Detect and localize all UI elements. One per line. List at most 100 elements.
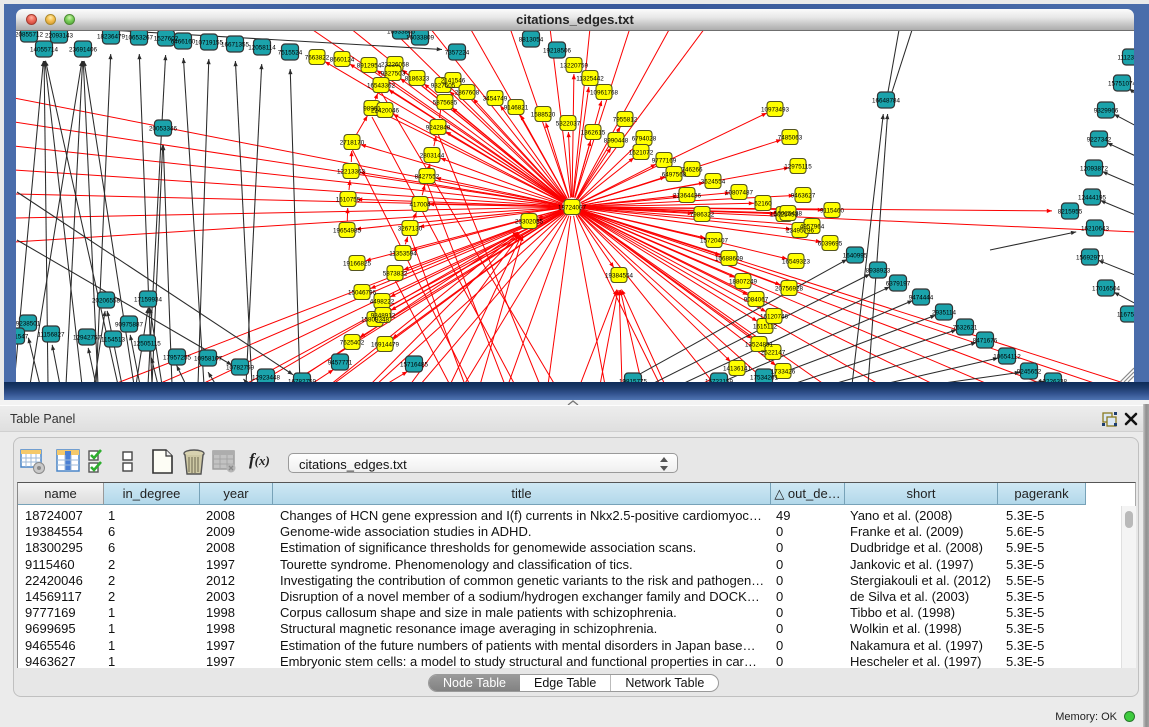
svg-text:20855712: 20855712 [16, 31, 43, 38]
svg-text:10719155: 10719155 [195, 39, 224, 46]
svg-text:11325442: 11325442 [576, 75, 604, 82]
svg-text:16120746: 16120746 [760, 313, 789, 320]
svg-text:3454749: 3454749 [483, 95, 508, 102]
svg-text:18236479: 18236479 [97, 33, 126, 40]
svg-text:16543362: 16543362 [367, 82, 396, 89]
svg-text:18724007: 18724007 [558, 204, 587, 211]
svg-text:62160: 62160 [754, 200, 772, 207]
svg-text:14055714: 14055714 [30, 46, 59, 53]
svg-text:9242848: 9242848 [426, 124, 451, 131]
svg-text:10025438: 10025438 [774, 210, 803, 217]
svg-text:2867608: 2867608 [455, 89, 480, 96]
svg-text:9463627: 9463627 [791, 192, 816, 199]
svg-text:17016504: 17016504 [1092, 285, 1121, 292]
svg-text:7632621: 7632621 [953, 324, 978, 331]
svg-text:9329966: 9329966 [1094, 107, 1119, 114]
svg-text:9115460: 9115460 [820, 207, 845, 214]
svg-text:90975887: 90975887 [115, 321, 144, 328]
svg-text:2935114: 2935114 [932, 309, 957, 316]
svg-text:10654112: 10654112 [993, 353, 1021, 360]
svg-text:15716485: 15716485 [400, 361, 429, 368]
svg-text:4498222: 4498222 [370, 298, 395, 305]
svg-text:6794028: 6794028 [632, 135, 657, 142]
svg-text:1362615: 1362615 [581, 129, 606, 136]
svg-text:1610755: 1610755 [336, 196, 361, 203]
svg-text:1588520: 1588520 [531, 111, 556, 118]
svg-text:8990448: 8990448 [604, 137, 629, 144]
svg-text:3267130: 3267130 [398, 225, 423, 232]
svg-text:9348912: 9348912 [371, 312, 396, 319]
svg-text:16549323: 16549323 [782, 258, 811, 265]
svg-text:23691406: 23691406 [69, 46, 98, 53]
svg-text:21364436: 21364436 [673, 192, 702, 199]
svg-text:8912954: 8912954 [357, 62, 382, 69]
svg-text:15692971: 15692971 [1076, 254, 1105, 261]
svg-text:12444195: 12444195 [1078, 194, 1107, 201]
svg-text:19384554: 19384554 [605, 272, 634, 279]
svg-text:7955812: 7955812 [613, 116, 638, 123]
svg-text:2522147: 2522147 [761, 349, 786, 356]
svg-text:17534261: 17534261 [750, 374, 779, 381]
svg-text:7357224: 7357224 [445, 49, 470, 56]
svg-text:16671355: 16671355 [221, 41, 250, 48]
svg-text:9084067: 9084067 [744, 296, 769, 303]
svg-text:12213363: 12213363 [337, 168, 366, 175]
svg-text:12505115: 12505115 [133, 340, 161, 347]
svg-text:7515524: 7515524 [278, 49, 303, 56]
svg-text:16914479: 16914479 [371, 341, 400, 348]
svg-text:2141546: 2141546 [441, 77, 466, 84]
svg-text:22420046: 22420046 [371, 107, 400, 114]
svg-text:8186323: 8186323 [405, 75, 430, 82]
svg-text:17159934: 17159934 [134, 296, 163, 303]
svg-text:5875685: 5875685 [433, 99, 458, 106]
svg-text:1733426: 1733426 [771, 368, 796, 375]
svg-text:6039695: 6039695 [818, 240, 843, 247]
svg-text:10653267: 10653267 [125, 34, 154, 41]
svg-text:16210643: 16210643 [1081, 225, 1110, 232]
svg-text:5873832: 5873832 [383, 270, 408, 277]
svg-text:23226058: 23226058 [381, 61, 410, 68]
svg-text:7986322: 7986322 [690, 211, 715, 218]
svg-text:20756928: 20756928 [775, 285, 804, 292]
svg-text:5322037: 5322037 [556, 120, 581, 127]
svg-text:10688609: 10688609 [715, 255, 744, 262]
svg-text:20053346: 20053346 [149, 125, 178, 132]
svg-text:23302055: 23302055 [515, 218, 544, 225]
svg-text:9474444: 9474444 [909, 294, 934, 301]
svg-text:1615112: 1615112 [753, 323, 778, 330]
svg-text:10807487: 10807487 [725, 189, 754, 196]
svg-text:10961768: 10961768 [590, 89, 619, 96]
svg-text:15720407: 15720407 [700, 237, 729, 244]
svg-text:14136141: 14136141 [723, 365, 752, 372]
svg-text:19654985: 19654985 [333, 227, 362, 234]
svg-text:12942757: 12942757 [73, 334, 102, 341]
svg-text:9146821: 9146821 [504, 104, 529, 111]
svg-text:17957255: 17957255 [163, 354, 192, 361]
svg-text:20206558: 20206558 [92, 297, 121, 304]
svg-text:11123070: 11123070 [1117, 54, 1134, 61]
svg-text:19166825: 19166825 [343, 260, 372, 267]
svg-text:4957964: 4957964 [800, 223, 825, 230]
svg-text:12093872: 12093872 [1080, 165, 1109, 172]
svg-text:15751074: 15751074 [1108, 80, 1134, 87]
svg-text:417004: 417004 [409, 201, 431, 208]
svg-text:3624554: 3624554 [701, 178, 726, 185]
svg-text:7485063: 7485063 [778, 134, 803, 141]
svg-text:1621072: 1621072 [629, 149, 654, 156]
svg-text:12923448: 12923448 [252, 374, 281, 381]
svg-text:18807249: 18807249 [729, 278, 758, 285]
svg-text:13524851: 13524851 [745, 341, 774, 348]
svg-text:8215955: 8215955 [1058, 208, 1083, 215]
svg-text:9327503: 9327503 [381, 70, 406, 77]
svg-text:8471676: 8471676 [973, 337, 998, 344]
svg-text:8660124: 8660124 [330, 56, 355, 63]
svg-text:7663822: 7663822 [305, 54, 330, 61]
svg-text:2803144: 2803144 [420, 152, 445, 159]
svg-text:12058114: 12058114 [248, 44, 276, 51]
svg-text:8427552: 8427552 [415, 173, 440, 180]
svg-text:1167533: 1167533 [1117, 311, 1134, 318]
svg-text:6379197: 6379197 [886, 280, 911, 287]
svg-text:2718170: 2718170 [340, 139, 365, 146]
svg-text:9245652: 9245652 [1017, 368, 1042, 375]
svg-text:2391547: 2391547 [16, 333, 29, 340]
